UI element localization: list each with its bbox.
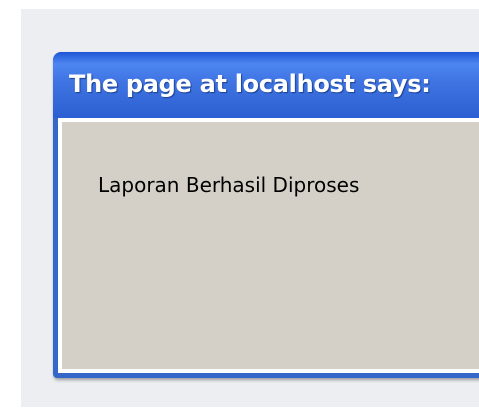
dialog-frame: Laporan Berhasil Diproses	[58, 118, 479, 373]
dialog-body: Laporan Berhasil Diproses	[62, 122, 479, 369]
dialog-title: The page at localhost says:	[69, 70, 431, 98]
alert-dialog: The page at localhost says: Laporan Berh…	[53, 52, 479, 378]
dialog-titlebar[interactable]: The page at localhost says:	[53, 52, 479, 118]
dialog-message: Laporan Berhasil Diproses	[98, 173, 360, 197]
